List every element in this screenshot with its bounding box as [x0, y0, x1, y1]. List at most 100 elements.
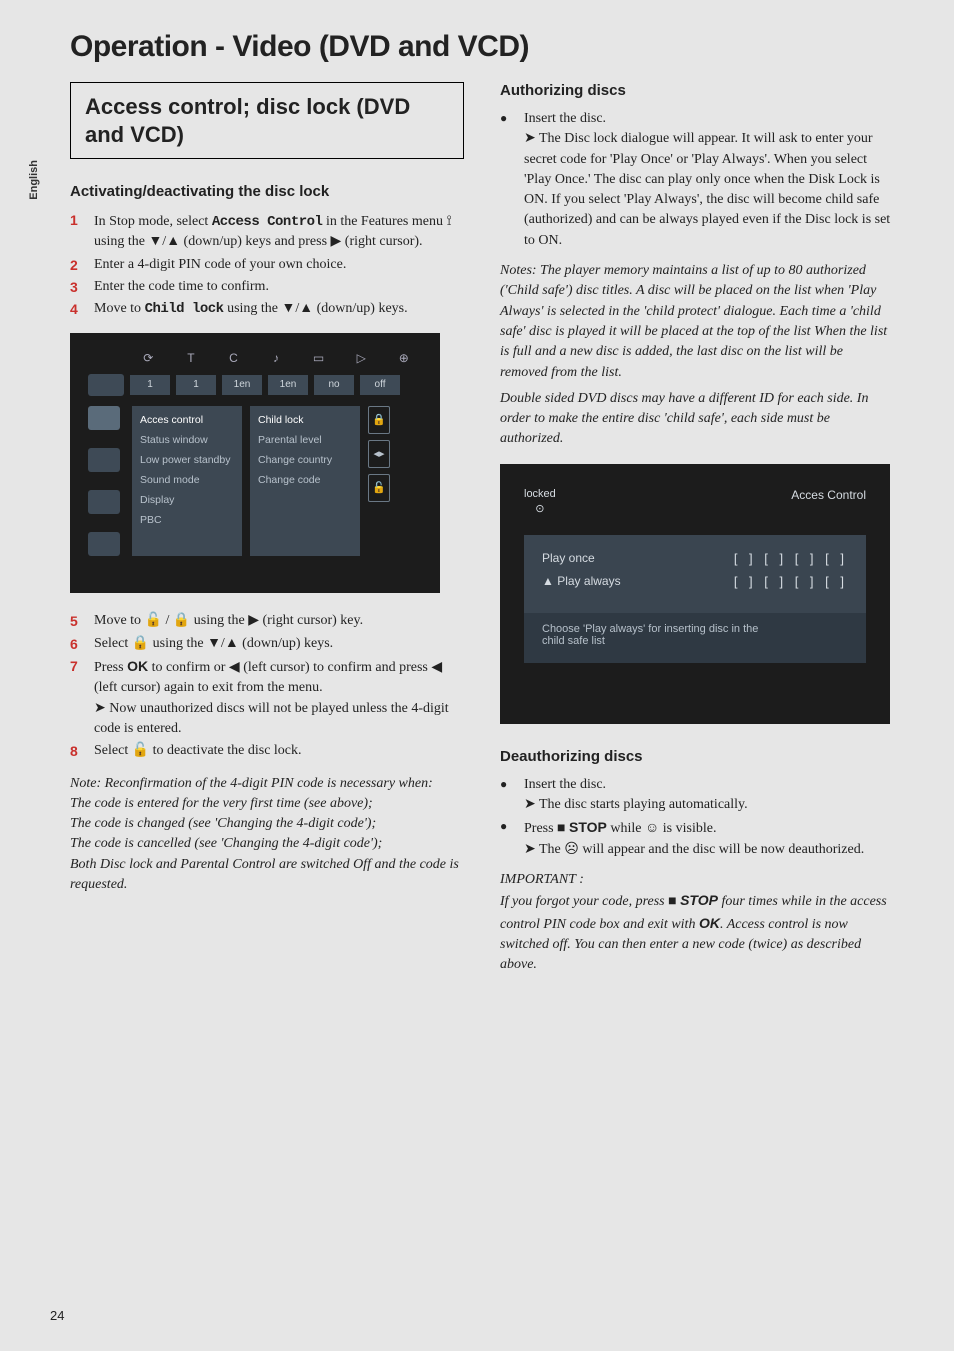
- section-box-heading: Access control; disc lock (DVD and VCD): [70, 82, 464, 159]
- t: In Stop mode, select: [94, 214, 212, 229]
- menu-item: Low power standby: [140, 452, 234, 472]
- access-control-dialog-screenshot: locked ⊙ Acces Control Play once [ ] [ ]…: [500, 464, 890, 724]
- important-note: IMPORTANT : If you forgot your code, pre…: [500, 870, 894, 975]
- step-text: Press OK to confirm or ◀ (left cursor) t…: [94, 656, 464, 739]
- ss1-menu-col2: Child lock Parental level Change country…: [250, 406, 360, 556]
- hint-line: child safe list: [542, 635, 848, 647]
- note-line: The code is changed (see 'Changing the 4…: [70, 814, 464, 834]
- play-always-label: ▲ Play always: [542, 574, 621, 588]
- osd-menu-screenshot: ⟳ T C ♪ ▭ ▷ ⊕ 1 1 1en 1en no off: [70, 333, 440, 593]
- left-column: Access control; disc lock (DVD and VCD) …: [70, 82, 464, 989]
- lock-icon: ⊙: [535, 502, 544, 515]
- note-head: Note: Reconfirmation of the 4-digit PIN …: [70, 774, 464, 794]
- menu-item: Parental level: [258, 432, 352, 452]
- code-field: [ ] [ ] [ ] [ ]: [734, 551, 848, 566]
- side-icon: [88, 490, 120, 514]
- step-num: 6: [70, 634, 84, 654]
- step-text: Select 🔓 to deactivate the disc lock.: [94, 741, 464, 761]
- step-num: 1: [70, 210, 84, 253]
- note-line: Both Disc lock and Parental Control are …: [70, 855, 464, 896]
- menu-item: Display: [140, 492, 234, 512]
- menu-item: Change country: [258, 452, 352, 472]
- result-text: ➤ The disc starts playing automatically.: [524, 797, 748, 812]
- activate-steps: 1 In Stop mode, select Access Control in…: [70, 210, 464, 319]
- ok-label: OK: [699, 915, 720, 931]
- step-num: 5: [70, 611, 84, 631]
- result-text: ➤ The Disc lock dialogue will appear. It…: [524, 131, 890, 247]
- locked-indicator: locked ⊙: [524, 488, 556, 515]
- menu-item: PBC: [140, 512, 234, 532]
- result-text: ➤ Now unauthorized discs will not be pla…: [94, 701, 449, 736]
- top-icon: ♪: [258, 351, 295, 371]
- authorizing-heading: Authorizing discs: [500, 82, 894, 99]
- top-icon: ▷: [343, 351, 380, 371]
- menu-item: Acces control: [140, 412, 234, 432]
- note-text: Notes: The player memory maintains a lis…: [500, 261, 894, 383]
- locked-label: locked: [524, 488, 556, 500]
- osd-label: Child lock: [145, 301, 224, 317]
- top-icon: T: [173, 351, 210, 371]
- unlock-icon: 🔓: [368, 474, 390, 502]
- disc-icon: [88, 374, 124, 396]
- t: while ☺ is visible.: [607, 821, 717, 836]
- auth-notes: Notes: The player memory maintains a lis…: [500, 261, 894, 450]
- top-icon: ⟳: [130, 351, 167, 371]
- auth-bullets: Insert the disc. ➤ The Disc lock dialogu…: [500, 109, 894, 251]
- menu-item: Status window: [140, 432, 234, 452]
- step-text: In Stop mode, select Access Control in t…: [94, 210, 464, 253]
- bus-icon: ⟟: [446, 212, 451, 228]
- stop-label: STOP: [680, 892, 718, 908]
- hint-line: Choose 'Play always' for inserting disc …: [542, 623, 848, 635]
- bullet-text: Insert the disc. ➤ The disc starts playi…: [524, 775, 748, 816]
- t: Insert the disc.: [524, 777, 606, 792]
- t: using the ▼/▲ (down/up) keys and press ▶…: [94, 234, 423, 249]
- top-val: 1en: [268, 375, 308, 395]
- step-num: 8: [70, 741, 84, 761]
- step-text: Select 🔒 using the ▼/▲ (down/up) keys.: [94, 634, 464, 654]
- note-line: The code is entered for the very first t…: [70, 794, 464, 814]
- t: Insert the disc.: [524, 111, 606, 126]
- side-icon: [88, 448, 120, 472]
- ss1-side-icons: [88, 406, 124, 556]
- t: If you forgot your code, press ■: [500, 894, 680, 909]
- ss1-menu-col1: Acces control Status window Low power st…: [132, 406, 242, 556]
- slider-icon: ◂▸: [368, 440, 390, 468]
- code-field: [ ] [ ] [ ] [ ]: [734, 574, 848, 589]
- menu-item: Sound mode: [140, 472, 234, 492]
- side-icon: [88, 406, 120, 430]
- activate-steps-cont: 5 Move to 🔓 / 🔒 using the ▶ (right curso…: [70, 611, 464, 761]
- step-num: 4: [70, 299, 84, 319]
- t: Press: [94, 660, 127, 675]
- lock-icon: 🔒: [368, 406, 390, 434]
- activate-heading: Activating/deactivating the disc lock: [70, 183, 464, 200]
- menu-item: Change code: [258, 472, 352, 492]
- note-line: The code is cancelled (see 'Changing the…: [70, 834, 464, 854]
- dialog-title: Acces Control: [791, 488, 866, 515]
- top-val: 1: [130, 375, 170, 395]
- right-column: Authorizing discs Insert the disc. ➤ The…: [500, 82, 894, 989]
- t: Move to: [94, 301, 145, 316]
- top-val: 1: [176, 375, 216, 395]
- ss1-lock-icons: 🔒 ◂▸ 🔓: [368, 406, 392, 556]
- box-heading-text: Access control; disc lock (DVD and VCD): [85, 93, 449, 148]
- important-head: IMPORTANT :: [500, 870, 894, 890]
- step-text: Enter the code time to confirm.: [94, 277, 464, 297]
- top-val: no: [314, 375, 354, 395]
- osd-label: Access Control: [212, 214, 323, 230]
- step-num: 3: [70, 277, 84, 297]
- top-icon: ⊕: [385, 351, 422, 371]
- step-text: Move to Child lock using the ▼/▲ (down/u…: [94, 299, 464, 319]
- bullet-text: Insert the disc. ➤ The Disc lock dialogu…: [524, 109, 894, 251]
- language-side-label: English: [28, 160, 40, 200]
- step-text: Enter a 4-digit PIN code of your own cho…: [94, 255, 464, 275]
- side-icon: [88, 532, 120, 556]
- dialog-panel: Play once [ ] [ ] [ ] [ ] ▲ Play always …: [524, 535, 866, 613]
- step-num: 2: [70, 255, 84, 275]
- t: in the Features menu: [322, 214, 446, 229]
- top-val: off: [360, 375, 400, 395]
- bullet-text: Press ■ STOP while ☺ is visible. ➤ The ☹…: [524, 817, 864, 860]
- ss1-top-icons: ⟳ T C ♪ ▭ ▷ ⊕: [130, 351, 422, 371]
- stop-label: STOP: [569, 819, 607, 835]
- deauthorizing-heading: Deauthorizing discs: [500, 748, 894, 765]
- reconfirm-note: Note: Reconfirmation of the 4-digit PIN …: [70, 774, 464, 896]
